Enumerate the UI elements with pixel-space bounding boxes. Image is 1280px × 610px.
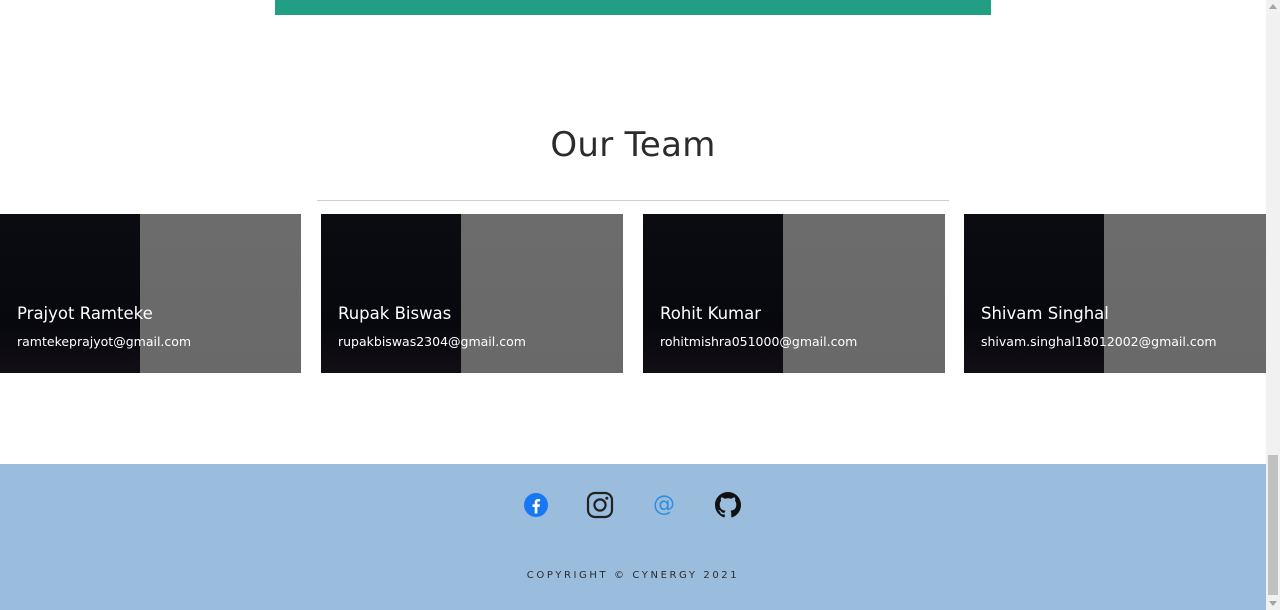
section-divider xyxy=(317,200,949,201)
team-member-photo xyxy=(964,214,1104,373)
scroll-up-arrow-icon[interactable] xyxy=(1269,4,1277,9)
team-card[interactable]: Shivam Singhal shivam.singhal18012002@gm… xyxy=(964,214,1266,373)
card-overlay xyxy=(461,214,623,373)
scroll-down-arrow-icon[interactable] xyxy=(1269,601,1277,606)
team-member-email[interactable]: ramtekeprajyot@gmail.com xyxy=(17,334,191,349)
copyright-text: COPYRIGHT © CYNERGY 2021 xyxy=(526,570,740,581)
team-card[interactable]: Prajyot Ramteke ramtekeprajyot@gmail.com xyxy=(0,214,301,373)
footer: @ COPYRIGHT © CYNERGY 2021 xyxy=(0,464,1266,610)
github-link[interactable] xyxy=(712,489,744,521)
team-card[interactable]: Rupak Biswas rupakbiswas2304@gmail.com xyxy=(321,214,623,373)
team-member-name: Shivam Singhal xyxy=(981,304,1109,323)
team-member-email[interactable]: rupakbiswas2304@gmail.com xyxy=(338,334,526,349)
vertical-scrollbar[interactable] xyxy=(1266,0,1280,610)
scrollbar-thumb[interactable] xyxy=(1268,455,1278,595)
team-member-name: Rupak Biswas xyxy=(338,304,452,323)
card-overlay xyxy=(140,214,301,373)
email-at-icon: @ xyxy=(653,492,675,517)
facebook-icon xyxy=(524,493,548,517)
instagram-link[interactable] xyxy=(584,489,616,521)
previous-section-bar xyxy=(275,0,991,15)
team-card[interactable]: Rohit Kumar rohitmishra051000@gmail.com xyxy=(643,214,945,373)
facebook-link[interactable] xyxy=(520,489,552,521)
team-member-photo xyxy=(321,214,461,373)
team-member-photo xyxy=(0,214,140,373)
email-link[interactable]: @ xyxy=(648,489,680,521)
card-overlay xyxy=(783,214,945,373)
team-member-photo xyxy=(643,214,783,373)
team-member-email[interactable]: shivam.singhal18012002@gmail.com xyxy=(981,334,1217,349)
instagram-icon xyxy=(586,491,614,519)
team-member-name: Rohit Kumar xyxy=(660,304,761,323)
page: Our Team Prajyot Ramteke ramtekeprajyot@… xyxy=(0,0,1280,610)
github-icon xyxy=(715,492,741,518)
section-title: Our Team xyxy=(550,125,716,165)
card-overlay xyxy=(1104,214,1266,373)
svg-text:@: @ xyxy=(653,492,675,517)
team-member-name: Prajyot Ramteke xyxy=(17,304,153,323)
team-member-email[interactable]: rohitmishra051000@gmail.com xyxy=(660,334,857,349)
social-links: @ xyxy=(520,489,776,521)
